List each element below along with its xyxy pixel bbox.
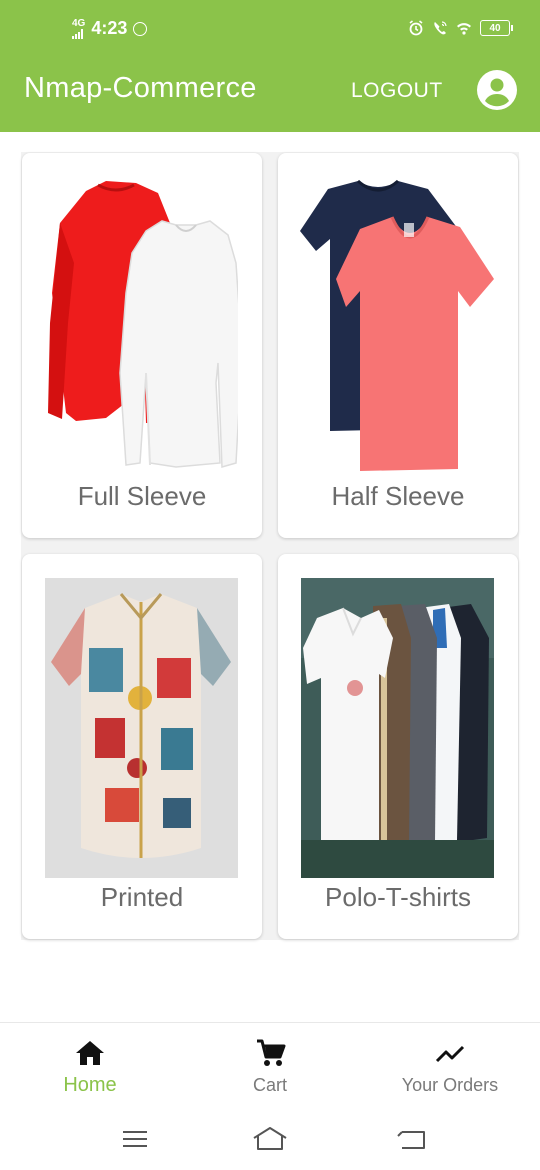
wifi-icon [457,23,471,35]
category-card-printed[interactable]: Printed [22,554,262,939]
battery-indicator: 40 [480,20,513,36]
nav-label-home: Home [63,1074,117,1096]
system-navigation-bar [0,1112,540,1170]
status-right: 40 [408,20,513,36]
logout-button[interactable]: LOGOUT [351,79,443,103]
trending-up-icon [435,1045,465,1063]
nav-label-cart: Cart [252,1075,287,1095]
category-label: Printed [100,882,184,912]
nav-item-cart[interactable]: Cart [180,1023,360,1113]
bottom-navigation: Home Cart Your Orders [0,1022,540,1112]
category-label: Polo-T-shirts [325,882,471,912]
category-card-full-sleeve[interactable]: Full Sleeve [22,153,262,538]
network-type: 4G [72,17,86,29]
home-button-icon[interactable] [250,1124,290,1154]
alarm-icon [409,20,423,36]
nav-label-your-orders: Your Orders [401,1075,499,1095]
nav-item-home[interactable]: Home [0,1023,180,1113]
polo-shirts-image [301,578,494,878]
back-icon[interactable] [392,1124,432,1154]
printed-shirt-image [45,578,238,878]
cart-icon [257,1039,286,1066]
full-sleeve-image [48,181,238,468]
menu-icon[interactable] [115,1124,155,1154]
status-left: 4G 4:23 [72,17,148,39]
category-label: Full Sleeve [77,481,207,511]
status-time: 4:23 [91,18,128,38]
half-sleeve-image [300,179,494,471]
account-circle-icon[interactable] [477,70,517,110]
category-card-polo-t-shirts[interactable]: Polo-T-shirts [278,554,518,939]
whatsapp-icon [133,21,148,36]
nav-item-your-orders[interactable]: Your Orders [360,1023,540,1113]
status-bar: 4G 4:23 40 [0,0,540,60]
app-title: Nmap-Commerce [24,72,257,104]
network-indicator: 4G [72,17,86,39]
wifi-call-icon [434,21,447,35]
header: 4G 4:23 40 Nmap-Commerce LOGOUT [0,0,540,132]
signal-icon [72,28,84,39]
category-card-half-sleeve[interactable]: Half Sleeve [278,153,518,538]
category-label: Half Sleeve [331,481,465,511]
home-icon [76,1041,104,1065]
